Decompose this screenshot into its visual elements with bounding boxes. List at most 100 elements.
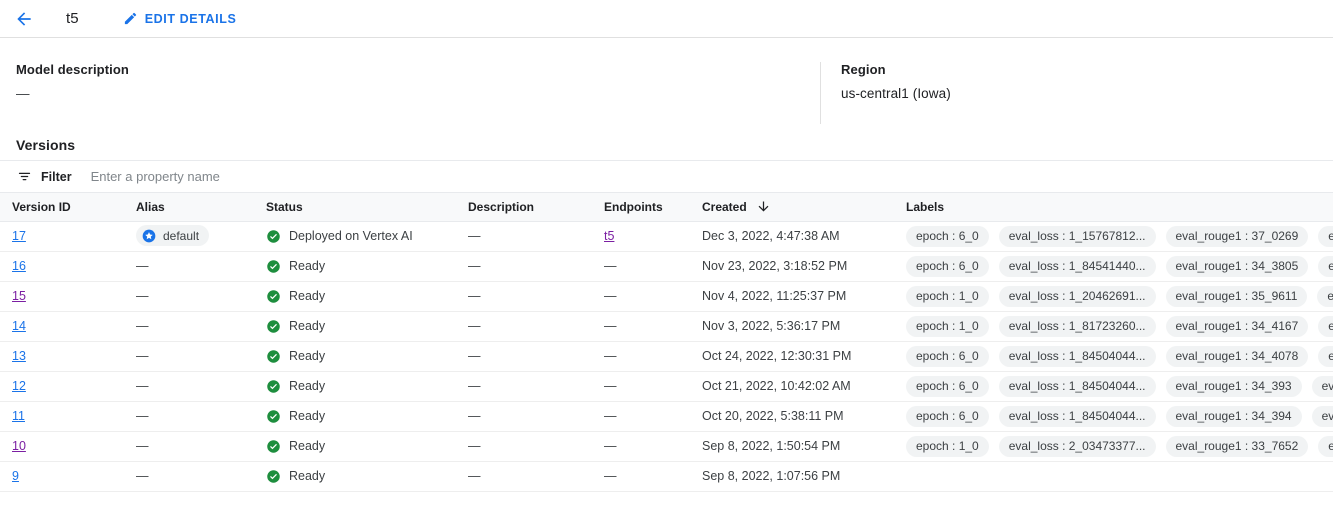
cell-version-id: 16 (0, 251, 136, 282)
cell-created: Nov 4, 2022, 11:25:37 PM (702, 281, 906, 312)
table-row[interactable]: 14— Ready — — Nov 3, 2022, 5:36:17 PM epoch :… (0, 311, 1333, 342)
cell-version-id: 10 (0, 431, 136, 462)
label-chip[interactable]: eval_rouge1 : 34_394 (1165, 405, 1302, 427)
column-header-description[interactable]: Description (468, 193, 604, 222)
cell-endpoints: — (604, 311, 702, 342)
label-chip[interactable]: eval_rouge1 : 34_4078 (1165, 345, 1309, 367)
label-chip[interactable]: eval_loss : 1_20462691... (998, 285, 1156, 307)
table-row[interactable]: 10— Ready — — Sep 8, 2022, 1:50:54 PM epoch :… (0, 431, 1333, 462)
label-chip[interactable]: eval_loss : 1_15767812... (998, 225, 1156, 247)
label-chip[interactable]: eval_rouge1 : 34_4167 (1165, 315, 1309, 337)
label-chip[interactable]: epoch : 6_0 (906, 345, 989, 367)
label-chip[interactable]: epoch : 6_0 (906, 225, 989, 247)
cell-created: Nov 23, 2022, 3:18:52 PM (702, 251, 906, 282)
version-id-link[interactable]: 17 (12, 229, 26, 243)
alias-empty: — (136, 349, 149, 363)
label-chip[interactable]: eval_ (1311, 375, 1333, 397)
label-chip[interactable]: eval_loss : 1_84541440... (998, 255, 1156, 277)
table-row[interactable]: 17 default Deployed on Vertex AI — t5 Dec 3, … (0, 221, 1333, 252)
cell-status: Ready (266, 461, 468, 492)
label-chip[interactable]: eval (1317, 285, 1333, 307)
label-chip[interactable]: eval_loss : 1_84504044... (998, 345, 1156, 367)
cell-labels: epoch : 6_0 eval_loss : 1_84504044... eval… (906, 341, 1333, 372)
column-header-version-id[interactable]: Version ID (0, 193, 136, 222)
version-id-link[interactable]: 12 (12, 379, 26, 393)
check-circle-icon (266, 439, 281, 454)
label-chip[interactable]: eval_loss : 1_84504044... (998, 375, 1156, 397)
cell-description: — (468, 431, 604, 462)
alias-chip[interactable]: default (136, 225, 210, 247)
status-label: Ready (289, 319, 326, 333)
cell-status: Ready (266, 371, 468, 402)
label-chip[interactable]: eval_ (1311, 405, 1333, 427)
label-chip[interactable]: eval_loss : 1_84504044... (998, 405, 1156, 427)
label-chip[interactable]: eval (1318, 315, 1333, 337)
filter-icon[interactable] (17, 169, 32, 184)
table-row[interactable]: 13— Ready — — Oct 24, 2022, 12:30:31 PM epoch… (0, 341, 1333, 372)
label-chip[interactable]: epoch : 1_0 (906, 285, 989, 307)
label-chip[interactable]: epoch : 1_0 (906, 435, 989, 457)
version-id-link[interactable]: 10 (12, 439, 26, 453)
filter-input[interactable] (88, 168, 689, 185)
label-chip[interactable]: eval (1318, 225, 1333, 247)
table-row[interactable]: 9— Ready — — Sep 8, 2022, 1:07:56 PM (0, 461, 1333, 492)
label-chip[interactable]: eval_rouge1 : 35_9611 (1165, 285, 1308, 307)
status-label: Ready (289, 349, 326, 363)
cell-description: — (468, 401, 604, 432)
cell-status: Deployed on Vertex AI (266, 221, 468, 252)
sort-arrow-down-icon[interactable] (756, 199, 771, 214)
cell-status: Ready (266, 401, 468, 432)
label-chip[interactable]: eval_rouge1 : 33_7652 (1165, 435, 1309, 457)
label-chip[interactable]: epoch : 6_0 (906, 405, 989, 427)
cell-alias: — (136, 461, 266, 492)
label-chip[interactable]: eval_rouge1 : 34_3805 (1165, 255, 1309, 277)
cell-alias: — (136, 251, 266, 282)
version-id-link[interactable]: 15 (12, 289, 26, 303)
label-chip[interactable]: eval_loss : 2_03473377... (998, 435, 1156, 457)
check-circle-icon (266, 259, 281, 274)
label-chip[interactable]: epoch : 6_0 (906, 255, 989, 277)
version-id-link[interactable]: 13 (12, 349, 26, 363)
column-header-alias[interactable]: Alias (136, 193, 266, 222)
version-id-link[interactable]: 9 (12, 469, 19, 483)
table-row[interactable]: 11— Ready — — Oct 20, 2022, 5:38:11 PM epoch … (0, 401, 1333, 432)
table-row[interactable]: 12— Ready — — Oct 21, 2022, 10:42:02 AM epoch… (0, 371, 1333, 402)
cell-labels: epoch : 6_0 eval_loss : 1_84504044... eval… (906, 371, 1333, 402)
table-row[interactable]: 15— Ready — — Nov 4, 2022, 11:25:37 PM epoch … (0, 281, 1333, 312)
summary-panel: Model description — Region us-central1 (… (0, 38, 1333, 130)
alias-empty: — (136, 289, 149, 303)
cell-description: — (468, 311, 604, 342)
label-chip[interactable]: eval (1318, 255, 1333, 277)
model-description-block: Model description — (0, 62, 820, 130)
pencil-icon (123, 11, 138, 26)
star-circle-icon (141, 228, 157, 244)
cell-created: Sep 8, 2022, 1:07:56 PM (702, 461, 906, 492)
cell-created: Sep 8, 2022, 1:50:54 PM (702, 431, 906, 462)
column-header-labels[interactable]: Labels (906, 193, 1333, 222)
label-chip[interactable]: eval_loss : 1_81723260... (998, 315, 1156, 337)
label-chip[interactable]: eval_rouge1 : 34_393 (1165, 375, 1302, 397)
version-id-link[interactable]: 14 (12, 319, 26, 333)
label-chip[interactable]: epoch : 6_0 (906, 375, 989, 397)
version-id-link[interactable]: 16 (12, 259, 26, 273)
label-chip[interactable]: eval (1318, 345, 1333, 367)
status-label: Ready (289, 259, 326, 273)
cell-created: Oct 20, 2022, 5:38:11 PM (702, 401, 906, 432)
column-header-endpoints[interactable]: Endpoints (604, 193, 702, 222)
version-id-link[interactable]: 11 (12, 409, 25, 423)
edit-details-button[interactable]: EDIT DETAILS (123, 11, 237, 26)
label-chip[interactable]: eval_rouge1 : 37_0269 (1165, 225, 1309, 247)
label-chip[interactable]: eva (1318, 435, 1333, 457)
edit-details-label: EDIT DETAILS (144, 11, 237, 26)
table-row[interactable]: 16— Ready — — Nov 23, 2022, 3:18:52 PM epoch … (0, 251, 1333, 282)
cell-version-id: 12 (0, 371, 136, 402)
column-header-created[interactable]: Created (702, 193, 906, 222)
label-chip[interactable]: epoch : 1_0 (906, 315, 989, 337)
cell-alias: — (136, 281, 266, 312)
endpoint-link[interactable]: t5 (604, 229, 614, 243)
cell-description: — (468, 461, 604, 492)
status-label: Ready (289, 439, 326, 453)
column-header-status[interactable]: Status (266, 193, 468, 222)
region-block: Region us-central1 (Iowa) (821, 62, 951, 130)
back-arrow-icon[interactable] (12, 7, 36, 31)
